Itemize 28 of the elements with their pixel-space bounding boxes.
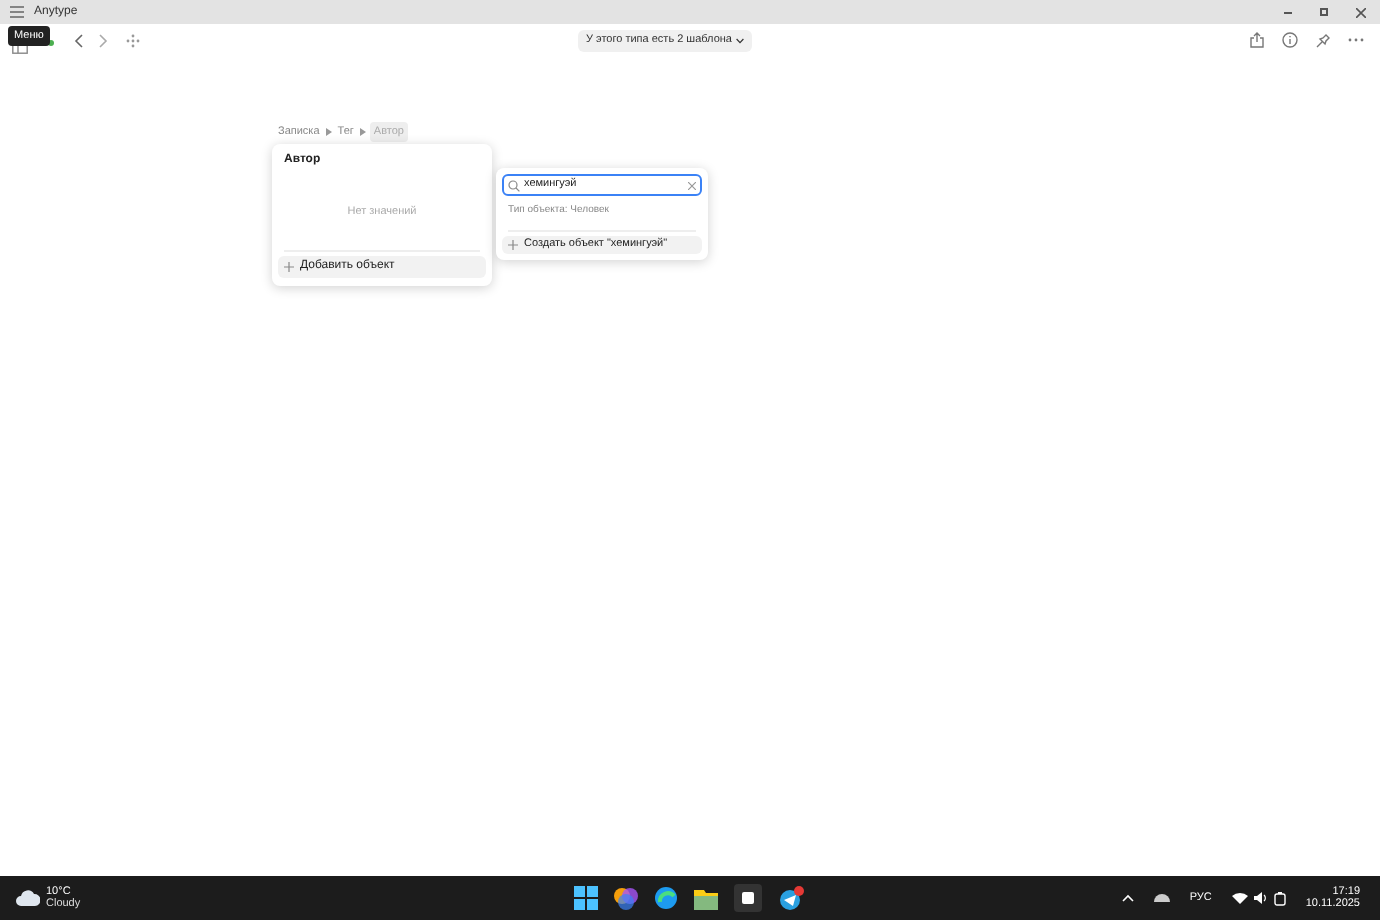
caret-icon (735, 37, 744, 43)
share-icon[interactable] (1250, 32, 1264, 48)
chevron-right-icon (359, 128, 366, 137)
clear-icon[interactable] (688, 181, 696, 189)
minimize-icon[interactable] (1284, 11, 1292, 13)
wifi-icon[interactable] (1231, 892, 1248, 904)
plus-icon (284, 262, 294, 272)
search-icon (508, 179, 520, 191)
cloud-icon (16, 890, 40, 906)
chevron-up-icon[interactable] (1121, 894, 1134, 902)
maximize-icon[interactable] (1320, 8, 1328, 16)
pin-icon[interactable] (1316, 33, 1330, 47)
menu-icon[interactable] (10, 6, 24, 18)
colorful-app-icon[interactable] (614, 886, 638, 910)
browser-icon[interactable] (654, 886, 678, 910)
graph-icon[interactable] (126, 33, 140, 47)
back-icon[interactable] (74, 33, 84, 47)
plus-icon (508, 240, 518, 250)
close-icon[interactable] (1356, 7, 1366, 17)
speaker-icon[interactable] (1253, 892, 1268, 904)
windows-start-icon[interactable] (574, 886, 598, 910)
active-app-icon[interactable] (734, 884, 762, 912)
paper-plane-icon[interactable] (778, 886, 804, 910)
battery-icon[interactable] (1273, 891, 1286, 905)
cloud-icon[interactable] (1153, 894, 1170, 902)
folder-icon[interactable] (694, 887, 718, 909)
info-icon[interactable] (1282, 32, 1298, 48)
chevron-right-icon (325, 128, 332, 137)
